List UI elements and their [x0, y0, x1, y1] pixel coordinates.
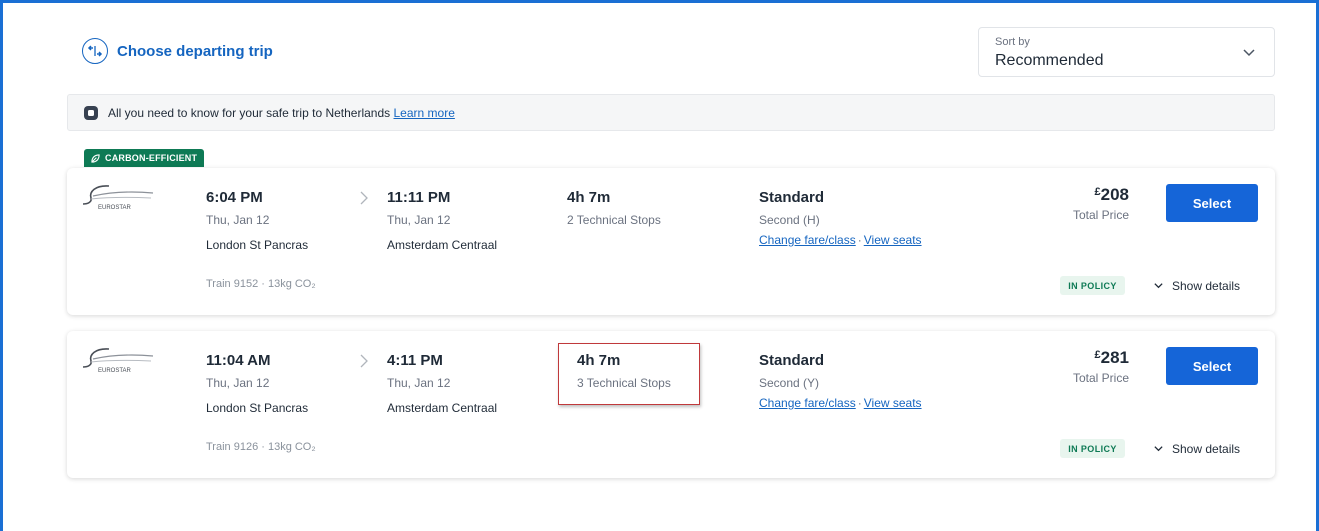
- departure-date: Thu, Jan 12: [206, 376, 270, 390]
- arrival-time: 11:11 PM: [387, 189, 451, 206]
- show-details-toggle[interactable]: Show details: [1153, 276, 1240, 295]
- currency-symbol: £: [1094, 349, 1101, 361]
- select-button[interactable]: Select: [1166, 347, 1258, 385]
- change-fare-link[interactable]: Change fare/class: [759, 396, 856, 410]
- trip-direction-icon: [82, 38, 108, 64]
- departure-date: Thu, Jan 12: [206, 213, 270, 227]
- chevron-down-icon: [1242, 45, 1256, 64]
- chevron-down-icon: [1154, 446, 1163, 452]
- svg-text:EUROSTAR: EUROSTAR: [98, 205, 132, 211]
- leaf-icon: [91, 153, 100, 163]
- price-label: Total Price: [1072, 208, 1129, 222]
- carbon-badge-label: CARBON-EFFICIENT: [105, 153, 198, 163]
- departure-time: 11:04 AM: [206, 352, 271, 369]
- banner-text: All you need to know for your safe trip …: [108, 105, 391, 120]
- train-info: Train 9152 · 13kg CO₂: [206, 278, 316, 290]
- fare-links: Change fare/class · View seats: [759, 396, 922, 410]
- arrival-station: Amsterdam Centraal: [387, 238, 498, 252]
- arrival-station: Amsterdam Centraal: [387, 401, 498, 415]
- fare-class: Second (H): [759, 213, 820, 227]
- view-seats-link[interactable]: View seats: [864, 233, 922, 247]
- safety-info-banner: All you need to know for your safe trip …: [67, 94, 1275, 131]
- learn-more-link[interactable]: Learn more: [394, 106, 455, 120]
- eurostar-logo: EUROSTAR: [81, 182, 156, 212]
- total-price: £281: [1095, 348, 1130, 368]
- view-seats-link[interactable]: View seats: [864, 396, 922, 410]
- chevron-right-icon: [359, 353, 369, 374]
- chevron-right-icon: [359, 190, 369, 211]
- in-policy-badge: IN POLICY: [1060, 439, 1125, 458]
- trip-duration: 4h 7m: [567, 189, 611, 206]
- train-info: Train 9126 · 13kg CO₂: [206, 441, 316, 453]
- show-details-label: Show details: [1172, 278, 1241, 293]
- departure-station: London St Pancras: [206, 401, 309, 415]
- price-value: 208: [1100, 185, 1129, 204]
- sort-label: Sort by: [995, 36, 1030, 48]
- departure-station: London St Pancras: [206, 238, 309, 252]
- departure-time: 6:04 PM: [206, 189, 263, 206]
- sort-dropdown[interactable]: Sort by Recommended: [978, 27, 1275, 77]
- show-details-label: Show details: [1172, 441, 1241, 456]
- fare-links: Change fare/class · View seats: [759, 233, 922, 247]
- page-title: Choose departing trip: [117, 42, 273, 60]
- in-policy-badge: IN POLICY: [1060, 276, 1125, 295]
- arrival-date: Thu, Jan 12: [387, 213, 451, 227]
- sort-value: Recommended: [995, 52, 1104, 69]
- fare-class: Second (Y): [759, 376, 820, 390]
- price-value: 281: [1100, 348, 1129, 367]
- select-button[interactable]: Select: [1166, 184, 1258, 222]
- info-icon: [84, 105, 98, 120]
- currency-symbol: £: [1094, 186, 1101, 198]
- highlight-box: [558, 343, 700, 405]
- trip-card: EUROSTAR 6:04 PM Thu, Jan 12 London St P…: [67, 168, 1275, 315]
- carbon-efficient-badge: CARBON-EFFICIENT: [84, 149, 205, 167]
- fare-name: Standard: [759, 352, 825, 369]
- change-fare-link[interactable]: Change fare/class: [759, 233, 856, 247]
- chevron-down-icon: [1154, 283, 1163, 289]
- price-label: Total Price: [1072, 371, 1129, 385]
- eurostar-logo: EUROSTAR: [81, 345, 156, 375]
- total-price: £208: [1095, 185, 1130, 205]
- technical-stops: 2 Technical Stops: [567, 213, 661, 227]
- page-header: Choose departing trip: [82, 38, 273, 64]
- fare-name: Standard: [759, 189, 825, 206]
- arrival-time: 4:11 PM: [387, 352, 443, 369]
- show-details-toggle[interactable]: Show details: [1153, 439, 1240, 458]
- svg-text:EUROSTAR: EUROSTAR: [98, 368, 132, 374]
- arrival-date: Thu, Jan 12: [387, 376, 451, 390]
